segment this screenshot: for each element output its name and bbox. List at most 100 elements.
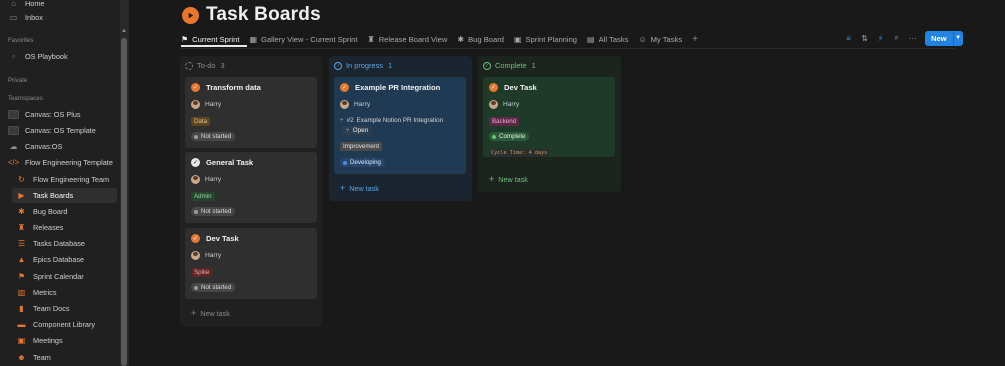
pull-request-icon: ⑂ — [346, 127, 350, 134]
sidebar-item-releases[interactable]: ♜ Releases — [12, 220, 117, 235]
status-badge: Not started — [191, 283, 236, 292]
sidebar-item-component-library[interactable]: ▬ Component Library — [12, 317, 117, 332]
sidebar-item-sprint-calendar[interactable]: ⚑ Sprint Calendar — [12, 269, 117, 284]
tab-my-tasks[interactable]: ☺ My Tasks — [638, 31, 682, 47]
sidebar-item-canvas-os-plus[interactable]: Canvas: OS Plus — [4, 107, 117, 122]
search-button[interactable]: ⌕ — [889, 31, 904, 46]
sidebar-item-label: OS Playbook — [25, 52, 68, 61]
search-icon: ⌕ — [894, 33, 899, 42]
filter-button[interactable]: ≡ — [841, 31, 856, 46]
plus-icon: + — [692, 33, 698, 45]
task-card[interactable]: ✓ Transform data Harry Data Not started — [185, 77, 317, 148]
status-dot — [343, 160, 347, 165]
tag-badge: Admin — [191, 192, 215, 201]
sidebar-item-os-playbook[interactable]: ▫ OS Playbook — [4, 49, 117, 64]
home-icon: ⌂ — [11, 0, 16, 8]
tab-label: All Tasks — [598, 34, 629, 44]
column-header[interactable]: ◔ In progress 1 — [334, 61, 392, 70]
sidebar-item-epics-database[interactable]: ▲ Epics Database — [12, 252, 117, 267]
tag-badge: Backend — [489, 117, 520, 126]
sidebar-item-task-boards[interactable]: ▶ Task Boards — [12, 188, 117, 203]
task-card[interactable]: ✓ Dev Task Harry Backend Complete Cycle … — [483, 77, 615, 157]
more-options-button[interactable]: ··· — [905, 31, 920, 46]
view-toolbar: ≡ ⇅ ⚡ ⌕ ··· New ▼ — [841, 30, 963, 46]
tag-badge: Data — [191, 117, 211, 126]
new-task-button[interactable]: + New task — [340, 183, 379, 193]
card-title: ✓ Dev Task — [489, 83, 537, 92]
column-title: In progress — [346, 61, 383, 70]
app-window: ⌂ Home ▭ Inbox Favorites ▫ OS Playbook P… — [0, 0, 1005, 366]
inbox-icon: ▭ — [9, 13, 18, 22]
task-card[interactable]: ✓ Dev Task Harry Spike Not started — [185, 228, 317, 299]
column-header[interactable]: To-do 3 — [185, 61, 225, 70]
sidebar-item-flow-engineering-template[interactable]: </> Flow Engineering Template — [4, 155, 117, 170]
sidebar-item-metrics[interactable]: ▥ Metrics — [12, 285, 117, 300]
chevron-down-icon: ▼ — [955, 35, 962, 41]
list-icon: ☰ — [17, 239, 26, 248]
team-icon: ☻ — [17, 353, 26, 362]
tab-sprint-planning[interactable]: ▣ Sprint Planning — [514, 31, 577, 47]
task-card[interactable]: ✓ General Task Harry Admin Not started — [185, 152, 317, 223]
sidebar-item-team[interactable]: ☻ Team — [12, 350, 117, 365]
add-view-button[interactable]: + — [692, 31, 698, 47]
bug-icon: ✱ — [457, 34, 465, 44]
sort-button[interactable]: ⇅ — [857, 31, 872, 46]
view-tabs: ⚑ Current Sprint ▦ Gallery View - Curren… — [181, 31, 708, 47]
sidebar-item-canvas-os-template[interactable]: Canvas: OS Template — [4, 123, 117, 138]
card-title-text: Dev Task — [206, 234, 239, 243]
sidebar-item-canvas-os[interactable]: ☁ Canvas:OS — [4, 139, 117, 154]
assignee-name: Harry — [503, 101, 520, 108]
status-dot — [194, 209, 198, 214]
sidebar-item-team-docs[interactable]: ▮ Team Docs — [12, 301, 117, 316]
sidebar-item-tasks-database[interactable]: ☰ Tasks Database — [12, 236, 117, 251]
sidebar-item-bug-board[interactable]: ✱ Bug Board — [12, 204, 117, 219]
check-circle-icon: ✓ — [191, 234, 200, 243]
status-text: Complete — [499, 133, 526, 140]
column-header[interactable]: ✓ Complete 1 — [483, 61, 536, 70]
sidebar-item-meetings[interactable]: ▣ Meetings — [12, 333, 117, 348]
pr-number: #2 — [346, 117, 354, 124]
automation-button[interactable]: ⚡ — [873, 31, 888, 46]
sidebar-item-label: Task Boards — [33, 191, 74, 200]
check-circle-icon: ✓ — [340, 83, 349, 92]
sidebar-item-label: Epics Database — [33, 255, 85, 264]
task-card[interactable]: ✓ Example PR Integration Harry ⑂ #2 Exam… — [334, 77, 466, 174]
column-count: 1 — [531, 61, 536, 70]
sidebar-item-label: Canvas: OS Plus — [25, 110, 81, 119]
new-button[interactable]: New — [925, 31, 953, 46]
canvas-icon — [8, 109, 19, 120]
pull-request-link[interactable]: ⑂ #2 Example Notion PR Integration — [340, 117, 443, 124]
runner-icon: ⚑ — [181, 34, 189, 44]
new-task-button[interactable]: + New task — [191, 308, 230, 318]
release-icon: ♜ — [17, 223, 26, 232]
tab-all-tasks[interactable]: ▤ All Tasks — [587, 31, 628, 47]
sidebar-item-label: Bug Board — [33, 207, 68, 216]
tab-label: Release Board View — [378, 34, 448, 44]
tab-bug-board[interactable]: ✱ Bug Board — [457, 31, 504, 47]
avatar — [191, 175, 200, 184]
plus-icon: + — [489, 174, 495, 184]
sidebar-item-label: Flow Engineering Team — [33, 175, 110, 184]
assignee: Harry — [191, 175, 221, 184]
new-dropdown-button[interactable]: ▼ — [952, 30, 963, 46]
in-progress-status-icon: ◔ — [334, 61, 342, 70]
scrollbar-thumb[interactable] — [121, 38, 127, 366]
play-circle-icon — [182, 6, 199, 24]
plus-icon: + — [191, 308, 197, 318]
scroll-up-icon[interactable]: ▲ — [121, 28, 127, 34]
sidebar-item-flow-engineering-team[interactable]: ↻ Flow Engineering Team — [12, 172, 117, 187]
sidebar-item-label: Canvas: OS Template — [25, 126, 96, 135]
status-dot — [492, 134, 496, 139]
new-task-button[interactable]: + New task — [489, 174, 528, 184]
sidebar-item-inbox[interactable]: ▭ Inbox — [4, 10, 117, 25]
assignee: Harry — [191, 100, 221, 109]
tab-gallery-view[interactable]: ▦ Gallery View - Current Sprint — [249, 31, 357, 47]
card-title-text: Dev Task — [504, 83, 537, 92]
check-circle-icon: ✓ — [489, 83, 498, 92]
tab-release-board-view[interactable]: ♜ Release Board View — [368, 31, 448, 47]
column-title: To-do — [197, 61, 216, 70]
table-icon: ▤ — [587, 34, 595, 44]
sidebar-item-label: Metrics — [33, 288, 57, 297]
status-dot — [194, 285, 198, 290]
sidebar-scrollbar[interactable]: ▲ — [120, 0, 128, 366]
